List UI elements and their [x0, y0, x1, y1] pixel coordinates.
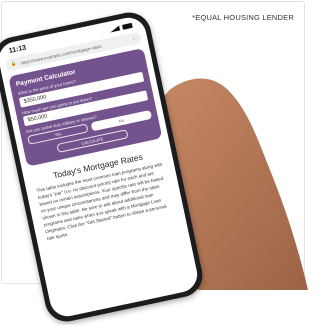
signal-icon	[109, 25, 120, 33]
status-icons	[109, 22, 133, 33]
battery-icon	[121, 22, 133, 30]
status-time: 11:13	[8, 43, 27, 55]
equal-housing-disclaimer: *EQUAL HOUSING LENDER	[192, 13, 294, 22]
lock-icon: 🔒	[10, 60, 17, 67]
more-menu-icon[interactable]: ⋮	[131, 35, 137, 42]
